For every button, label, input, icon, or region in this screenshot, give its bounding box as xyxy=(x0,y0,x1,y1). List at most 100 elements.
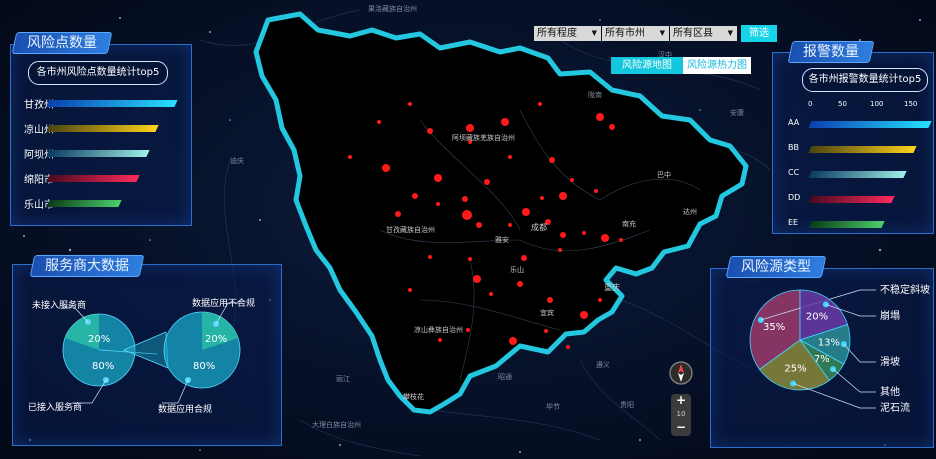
risk-point-marker[interactable] xyxy=(434,174,442,182)
alarms-bars: AA BB CC DD EE xyxy=(776,118,936,228)
alarms-axis-tick: 100 xyxy=(870,100,884,108)
map-bg-label: 贵阳 xyxy=(620,401,634,409)
risk-point-marker[interactable] xyxy=(598,298,602,302)
risk-point-marker[interactable] xyxy=(582,231,586,235)
map-bg-label: 丽江 xyxy=(336,375,350,383)
pie1-percent-small: 20% xyxy=(88,334,111,345)
alarm-bar[interactable] xyxy=(808,196,895,203)
risk-point-marker[interactable] xyxy=(549,157,555,163)
risk-point-marker[interactable] xyxy=(484,179,490,185)
risk-bar-row[interactable]: 阿坝州 xyxy=(0,146,190,162)
risk-point-marker[interactable] xyxy=(521,255,527,261)
risk-point-marker[interactable] xyxy=(619,238,623,242)
risk-point-marker[interactable] xyxy=(348,155,352,159)
map-label-liangshan: 凉山彝族自治州 xyxy=(414,326,463,334)
pie2-percent-large: 80% xyxy=(193,361,216,372)
risk-bar-row[interactable]: 凉山州 xyxy=(0,121,190,137)
map-label-leshan: 乐山 xyxy=(510,266,524,274)
risk-point-marker[interactable] xyxy=(596,113,604,121)
risk-point-marker[interactable] xyxy=(501,118,509,126)
alarms-title: 报警数量 xyxy=(787,41,875,63)
service-pie-2[interactable] xyxy=(163,311,241,389)
risk-point-marker[interactable] xyxy=(580,311,588,319)
risk-point-marker[interactable] xyxy=(382,164,390,172)
alarm-bar-label: CC xyxy=(788,168,800,177)
risk-bar-row[interactable]: 绵阳市 xyxy=(0,171,190,187)
risk-point-marker[interactable] xyxy=(540,196,544,200)
risk-point-marker[interactable] xyxy=(436,202,440,206)
risk-point-marker[interactable] xyxy=(538,102,542,106)
compass-icon[interactable] xyxy=(669,361,693,385)
city-select-value: 所有市州 xyxy=(605,28,645,39)
risk-point-marker[interactable] xyxy=(594,189,598,193)
map-bg-label: 遵义 xyxy=(596,361,610,369)
risk-point-marker[interactable] xyxy=(395,211,401,217)
risk-point-marker[interactable] xyxy=(377,120,381,124)
risk-bar xyxy=(46,200,122,207)
filter-button[interactable]: 筛选 xyxy=(741,25,777,42)
county-select[interactable]: 所有区县 ▼ xyxy=(670,26,737,41)
risk-point-marker[interactable] xyxy=(566,345,570,349)
alarm-bar-label: DD xyxy=(788,193,801,202)
tab-risk-map[interactable]: 风险源地图 xyxy=(611,57,683,74)
risk-point-marker[interactable] xyxy=(428,255,432,259)
risk-point-marker[interactable] xyxy=(559,192,567,200)
level-select[interactable]: 所有程度 ▼ xyxy=(534,26,601,41)
risk-point-marker[interactable] xyxy=(412,193,418,199)
risk-point-marker[interactable] xyxy=(609,124,615,130)
zoom-out-button[interactable]: − xyxy=(671,421,691,434)
risk-point-marker[interactable] xyxy=(547,297,553,303)
risk-types-pie[interactable]: 35%不稳定斜坡20% 崩塌13%滑坡7%其他25%泥石流 xyxy=(710,268,932,446)
risk-point-marker[interactable] xyxy=(466,124,474,132)
risk-point-marker[interactable] xyxy=(408,288,412,292)
risk-point-marker[interactable] xyxy=(509,337,517,345)
zoom-control: + 10 − xyxy=(671,394,691,436)
risk-point-marker[interactable] xyxy=(468,257,472,261)
dropdown-arrow-icon: ▼ xyxy=(659,29,665,37)
risk-point-marker[interactable] xyxy=(508,155,512,159)
risk-type-percent: 35% xyxy=(763,322,785,333)
map-label-ganzi: 甘孜藏族自治州 xyxy=(386,226,435,234)
risk-point-marker[interactable] xyxy=(517,281,523,287)
risk-point-marker[interactable] xyxy=(476,222,482,228)
risk-point-marker[interactable] xyxy=(427,128,433,134)
risk-point-marker[interactable] xyxy=(466,328,470,332)
alarm-bar[interactable] xyxy=(808,171,907,178)
risk-point-marker[interactable] xyxy=(462,196,468,202)
zoom-in-button[interactable]: + xyxy=(671,394,691,407)
alarm-bar[interactable] xyxy=(808,221,885,228)
risk-points-bars: 甘孜州凉山州阿坝州绵阳市乐山市 xyxy=(0,96,200,216)
alarms-subtitle: 各市州报警数量统计top5 xyxy=(802,68,928,92)
alarm-bar[interactable] xyxy=(808,146,917,153)
map-bg-label: 昭通 xyxy=(498,373,512,381)
map-label-yibin: 宜宾 xyxy=(540,309,554,317)
pie1-label-connected: 已接入服务商 xyxy=(28,403,83,413)
tab-heat-map[interactable]: 风险源热力图 xyxy=(683,57,751,74)
alarm-bar-label: AA xyxy=(788,118,800,127)
risk-type-leader xyxy=(832,368,876,393)
risk-point-marker[interactable] xyxy=(560,232,566,238)
risk-bar xyxy=(46,125,159,132)
risk-point-marker[interactable] xyxy=(601,234,609,242)
risk-point-marker[interactable] xyxy=(558,248,562,252)
alarm-bar[interactable] xyxy=(808,121,932,128)
risk-point-marker[interactable] xyxy=(570,178,574,182)
risk-point-marker[interactable] xyxy=(438,338,442,342)
risk-point-marker[interactable] xyxy=(462,210,472,220)
zoom-level: 10 xyxy=(676,410,686,418)
risk-point-marker[interactable] xyxy=(489,292,493,296)
county-select-value: 所有区县 xyxy=(673,28,713,39)
risk-point-marker[interactable] xyxy=(522,208,530,216)
risk-point-marker[interactable] xyxy=(508,223,512,227)
alarms-axis-tick: 0 xyxy=(808,100,813,108)
pie1-label-unconnected: 未接入服务商 xyxy=(32,301,87,311)
risk-point-marker[interactable] xyxy=(473,275,481,283)
alarms-axis-tick: 150 xyxy=(904,100,918,108)
risk-point-marker[interactable] xyxy=(408,102,412,106)
risk-point-marker[interactable] xyxy=(544,329,548,333)
pie2-percent-small: 20% xyxy=(205,334,228,345)
map-bg-label: 迪庆 xyxy=(230,157,244,165)
city-select[interactable]: 所有市州 ▼ xyxy=(602,26,669,41)
risk-bar-row[interactable]: 甘孜州 xyxy=(0,96,190,112)
risk-bar-row[interactable]: 乐山市 xyxy=(0,196,190,212)
